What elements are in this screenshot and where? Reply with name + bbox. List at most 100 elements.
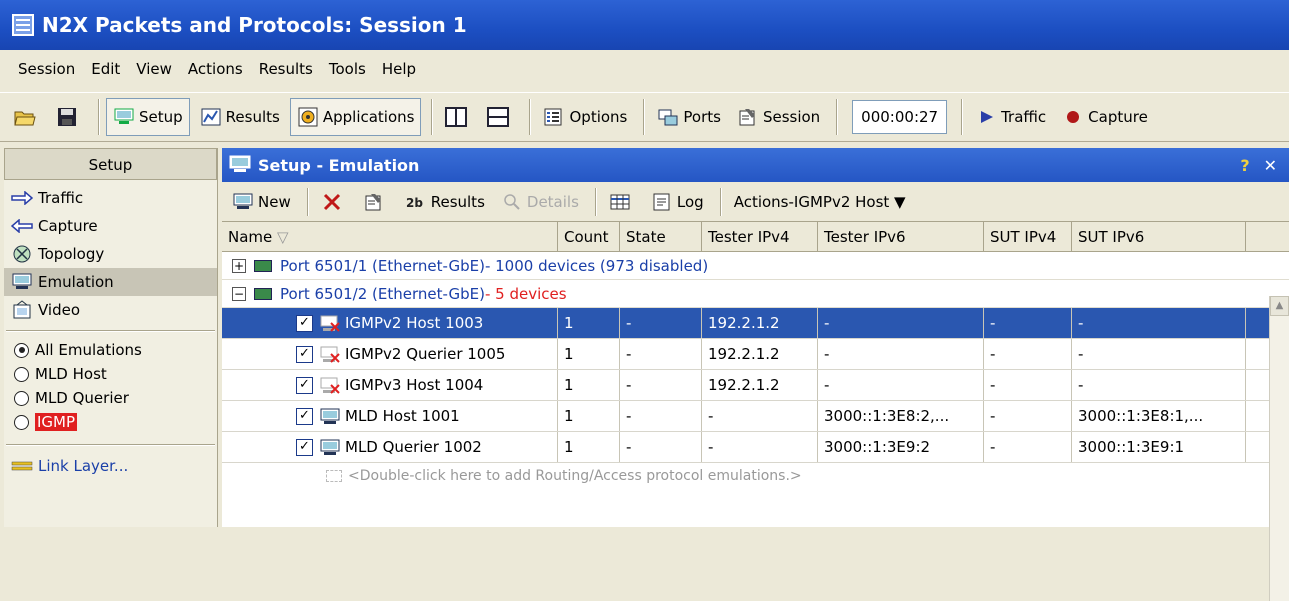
applications-icon bbox=[298, 107, 318, 127]
ports-button[interactable]: Ports bbox=[651, 98, 727, 136]
save-button[interactable] bbox=[50, 98, 88, 136]
close-button[interactable]: ✕ bbox=[1264, 156, 1277, 175]
table-row[interactable]: ✓ IGMPv3 Host 1004 1 - 192.2.1.2 - - - bbox=[222, 370, 1289, 401]
delete-button[interactable] bbox=[315, 186, 353, 218]
open-button[interactable] bbox=[8, 98, 46, 136]
checkbox-checked-icon[interactable]: ✓ bbox=[296, 377, 313, 394]
link-layer-label: Link Layer... bbox=[38, 457, 129, 475]
column-count[interactable]: Count bbox=[558, 222, 620, 251]
device-name: IGMPv3 Host 1004 bbox=[345, 376, 484, 394]
applications-button[interactable]: Applications bbox=[289, 98, 422, 136]
menu-view[interactable]: View bbox=[128, 60, 180, 78]
cell-tester-ipv4: 192.2.1.2 bbox=[702, 339, 818, 369]
column-name[interactable]: Name ▽ bbox=[222, 222, 558, 251]
collapse-icon[interactable]: − bbox=[232, 286, 246, 301]
elapsed-timer: 000:00:27 bbox=[852, 100, 948, 134]
menu-tools[interactable]: Tools bbox=[321, 60, 374, 78]
results-label: Results bbox=[225, 108, 280, 126]
help-button[interactable]: ? bbox=[1240, 156, 1249, 175]
table-row[interactable]: ✓ MLD Host 1001 1 - - 3000::1:3E8:2,... -… bbox=[222, 401, 1289, 432]
results-button[interactable]: Results bbox=[194, 98, 286, 136]
cell-state: - bbox=[620, 432, 702, 462]
results-label: Results bbox=[430, 192, 485, 211]
cell-sut-ipv6: 3000::1:3E8:1,... bbox=[1072, 401, 1246, 431]
port-group-1[interactable]: + Port 6501/1 (Ethernet-GbE) - 1000 devi… bbox=[222, 252, 1289, 280]
add-emulation-hint: <Double-click here to add Routing/Access… bbox=[348, 468, 802, 484]
checkbox-checked-icon[interactable]: ✓ bbox=[296, 315, 313, 332]
columns-button[interactable] bbox=[603, 186, 641, 218]
add-emulation-row[interactable]: <Double-click here to add Routing/Access… bbox=[222, 463, 1289, 489]
filter-igmp[interactable]: IGMP bbox=[4, 410, 217, 434]
menu-actions[interactable]: Actions bbox=[180, 60, 251, 78]
setup-button[interactable]: Setup bbox=[106, 98, 190, 136]
sidebar-item-traffic[interactable]: Traffic bbox=[4, 184, 217, 212]
setup-sidebar: Setup Traffic Capture Topology Emulation… bbox=[4, 148, 218, 527]
sidebar-item-label: Topology bbox=[38, 245, 105, 263]
panel-title-bar: Setup - Emulation ? ✕ bbox=[222, 148, 1289, 182]
session-label: Session bbox=[762, 108, 821, 126]
menu-edit[interactable]: Edit bbox=[83, 60, 128, 78]
filter-icon[interactable]: ▽ bbox=[277, 228, 289, 246]
sidebar-item-capture[interactable]: Capture bbox=[4, 212, 217, 240]
toolbar-separator bbox=[98, 99, 100, 135]
properties-button[interactable] bbox=[357, 186, 395, 218]
toolbar-separator bbox=[643, 99, 646, 135]
sidebar-item-label: Traffic bbox=[38, 189, 84, 207]
split-vertical-button[interactable] bbox=[439, 98, 477, 136]
split-horizontal-button[interactable] bbox=[481, 98, 519, 136]
filter-mld-querier[interactable]: MLD Querier bbox=[4, 386, 217, 410]
cell-state: - bbox=[620, 308, 702, 338]
sidebar-item-emulation[interactable]: Emulation bbox=[4, 268, 217, 296]
table-row[interactable]: ✓ IGMPv2 Host 1003 1 - 192.2.1.2 - - - bbox=[222, 308, 1289, 339]
checkbox-checked-icon[interactable]: ✓ bbox=[296, 408, 313, 425]
device-icon bbox=[320, 408, 340, 424]
main-toolbar: Setup Results Applications Options Ports… bbox=[0, 92, 1289, 142]
column-sut-ipv6[interactable]: SUT IPv6 bbox=[1072, 222, 1246, 251]
capture-button[interactable]: Capture bbox=[1056, 98, 1154, 136]
vertical-scrollbar[interactable]: ▲ bbox=[1269, 296, 1289, 601]
filter-mld-host[interactable]: MLD Host bbox=[4, 362, 217, 386]
emulation-panel: Setup - Emulation ? ✕ New 2b Results Det… bbox=[222, 148, 1289, 601]
traffic-button[interactable]: Traffic bbox=[969, 98, 1052, 136]
column-tester-ipv6[interactable]: Tester IPv6 bbox=[818, 222, 984, 251]
cell-tester-ipv6: - bbox=[818, 370, 984, 400]
setup-label: Setup bbox=[139, 108, 183, 126]
cell-tester-ipv6: - bbox=[818, 308, 984, 338]
link-layer-link[interactable]: Link Layer... bbox=[4, 452, 217, 480]
column-tester-ipv4[interactable]: Tester IPv4 bbox=[702, 222, 818, 251]
details-button[interactable]: Details bbox=[495, 186, 585, 218]
actions-dropdown[interactable]: Actions-IGMPv2 Host ▼ bbox=[728, 186, 912, 218]
device-disabled-icon bbox=[320, 315, 340, 332]
menu-results[interactable]: Results bbox=[251, 60, 321, 78]
expand-icon[interactable]: + bbox=[232, 258, 246, 273]
menu-session[interactable]: Session bbox=[10, 60, 83, 78]
svg-text:2b: 2b bbox=[406, 196, 423, 210]
table-row[interactable]: ✓ IGMPv2 Querier 1005 1 - 192.2.1.2 - - - bbox=[222, 339, 1289, 370]
port-info: - 5 devices bbox=[484, 284, 567, 303]
options-button[interactable]: Options bbox=[537, 98, 633, 136]
results-abc-icon: 2b bbox=[406, 196, 423, 210]
port-group-2[interactable]: − Port 6501/2 (Ethernet-GbE) - 5 devices bbox=[222, 280, 1289, 308]
menu-help[interactable]: Help bbox=[374, 60, 424, 78]
filter-all-emulations[interactable]: All Emulations bbox=[4, 338, 217, 362]
cell-sut-ipv4: - bbox=[984, 401, 1072, 431]
checkbox-checked-icon[interactable]: ✓ bbox=[296, 346, 313, 363]
sidebar-divider bbox=[6, 444, 215, 446]
table-row[interactable]: ✓ MLD Querier 1002 1 - - 3000::1:3E9:2 - … bbox=[222, 432, 1289, 463]
results-button-emulation[interactable]: 2b Results bbox=[399, 186, 491, 218]
new-button[interactable]: New bbox=[226, 186, 297, 218]
column-state[interactable]: State bbox=[620, 222, 702, 251]
radio-icon bbox=[14, 414, 29, 430]
cell-tester-ipv6: - bbox=[818, 339, 984, 369]
sidebar-item-topology[interactable]: Topology bbox=[4, 240, 217, 268]
new-label: New bbox=[258, 192, 291, 211]
column-sut-ipv4[interactable]: SUT IPv4 bbox=[984, 222, 1072, 251]
emulation-toolbar: New 2b Results Details Log Actions-IGMPv… bbox=[222, 182, 1289, 222]
split-vertical-icon bbox=[445, 107, 468, 127]
log-button[interactable]: Log bbox=[645, 186, 710, 218]
checkbox-checked-icon[interactable]: ✓ bbox=[296, 439, 313, 456]
device-name: MLD Querier 1002 bbox=[345, 438, 482, 456]
session-button[interactable]: Session bbox=[731, 98, 826, 136]
scroll-up-icon[interactable]: ▲ bbox=[1270, 296, 1289, 316]
sidebar-item-video[interactable]: Video bbox=[4, 296, 217, 324]
